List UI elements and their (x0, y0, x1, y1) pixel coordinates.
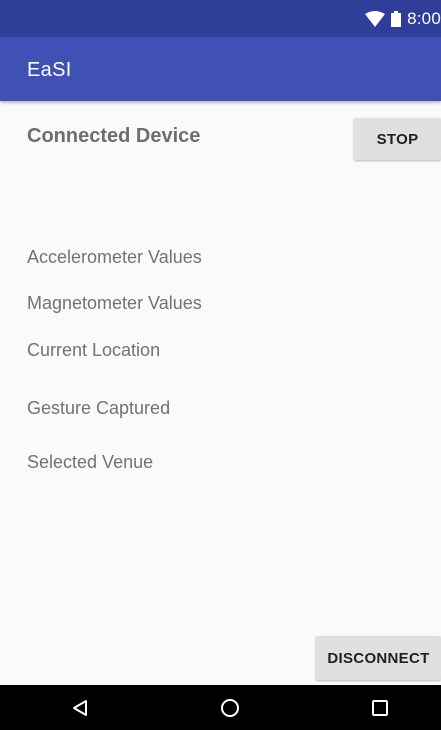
selected-venue-label: Selected Venue (27, 452, 154, 472)
app-bar: EaSI (0, 37, 441, 101)
app-screen: 8:00 EaSI Connected Device STOP Accelero… (0, 0, 441, 730)
accelerometer-values-label: Accelerometer Values (27, 247, 202, 267)
gesture-captured-label: Gesture Captured (27, 398, 171, 418)
recents-button[interactable] (350, 685, 410, 730)
battery-icon (391, 11, 402, 27)
recents-icon (372, 699, 388, 716)
back-button[interactable] (50, 685, 110, 730)
status-icons: 8:00 (365, 8, 441, 30)
navigation-bar (0, 685, 441, 730)
app-title: EaSI (27, 59, 72, 81)
disconnect-button[interactable]: DISCONNECT (316, 636, 441, 680)
home-button[interactable] (200, 685, 260, 730)
wifi-icon (365, 11, 386, 27)
status-time: 8:00 (407, 9, 441, 28)
home-icon (221, 698, 239, 717)
stop-button[interactable]: STOP (354, 118, 441, 160)
magnetometer-values-label: Magnetometer Values (27, 293, 202, 313)
back-icon (73, 699, 87, 716)
connected-device-heading: Connected Device (27, 125, 201, 147)
status-bar: 8:00 (0, 0, 441, 37)
current-location-label: Current Location (27, 340, 161, 360)
